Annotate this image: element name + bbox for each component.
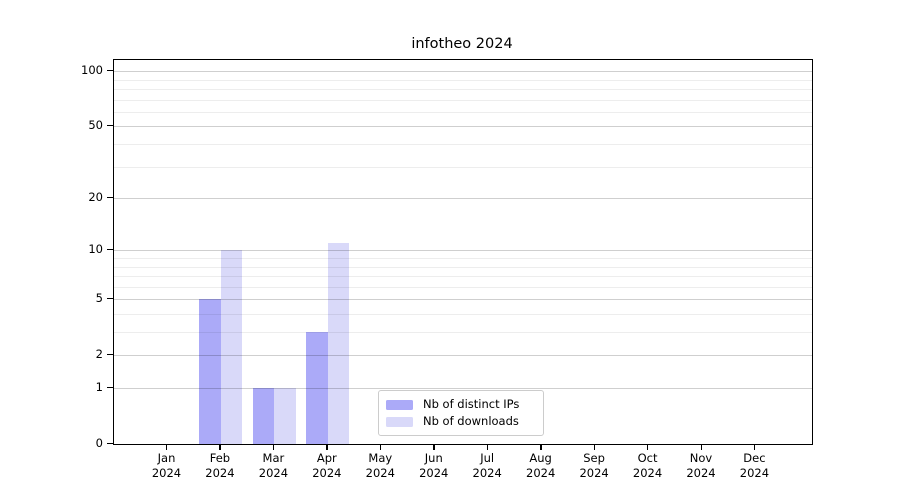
bar-feb-downloads xyxy=(220,250,243,444)
gridline-y-9 xyxy=(114,257,812,259)
bar-mar-downloads xyxy=(274,388,296,444)
figure: infotheo 2024 0 1 2 5 10 20 50 100 Jan 2024 Feb 202… xyxy=(0,0,900,500)
gridline-y-2 xyxy=(114,355,812,357)
plot-area xyxy=(113,59,813,445)
y-tick-mark-50 xyxy=(107,124,113,127)
legend-swatch-distinct-ips xyxy=(386,399,413,410)
x-tick-mark-jun xyxy=(433,444,435,450)
y-tick-label-2: 2 xyxy=(95,347,103,362)
y-tick-mark-20 xyxy=(107,196,113,198)
gridline-y-80 xyxy=(114,89,812,90)
y-tick-label-100: 100 xyxy=(81,63,103,78)
y-tick-mark-1 xyxy=(107,386,113,388)
y-tick-mark-5 xyxy=(107,297,113,300)
gridline-y-5 xyxy=(114,299,812,301)
x-tick-mark-jan xyxy=(166,444,168,450)
gridline-y-100 xyxy=(114,71,812,73)
y-tick-label-10: 10 xyxy=(88,242,103,257)
x-tick-mark-apr xyxy=(326,444,328,450)
x-tick-mark-aug xyxy=(540,444,542,450)
legend-entry-distinct-ips: Nb of distinct IPs xyxy=(386,396,535,413)
legend-swatch-downloads xyxy=(386,416,413,427)
gridline-y-70 xyxy=(114,99,812,101)
gridline-y-7 xyxy=(114,276,812,278)
y-tick-mark-2 xyxy=(107,353,113,356)
gridline-y-40 xyxy=(114,144,812,145)
gridline-y-30 xyxy=(114,166,812,168)
x-tick-label-dec: Dec 2024 xyxy=(739,451,770,480)
gridline-y-50 xyxy=(114,126,812,128)
gridline-y-3 xyxy=(114,332,812,333)
x-tick-mark-jul xyxy=(486,444,489,450)
bar-mar-ips xyxy=(252,388,275,444)
chart-title: infotheo 2024 xyxy=(411,36,513,52)
x-tick-mark-feb xyxy=(219,444,221,450)
legend-label-downloads: Nb of downloads xyxy=(423,414,519,428)
legend-entry-downloads: Nb of downloads xyxy=(386,413,535,430)
y-tick-label-50: 50 xyxy=(88,118,103,133)
gridline-y-20 xyxy=(114,198,812,200)
gridline-y-6 xyxy=(114,286,812,288)
gridline-y-8 xyxy=(114,266,812,268)
x-tick-mark-mar xyxy=(272,444,275,450)
x-tick-mark-nov xyxy=(700,444,702,450)
x-tick-mark-may xyxy=(379,444,382,450)
legend: Nb of distinct IPs Nb of downloads xyxy=(378,390,544,436)
y-tick-mark-10 xyxy=(107,248,113,251)
gridline-y-60 xyxy=(114,111,812,113)
legend-label-distinct-ips: Nb of distinct IPs xyxy=(423,397,520,411)
y-tick-mark-100 xyxy=(107,69,113,72)
bar-feb-ips xyxy=(199,299,221,444)
x-tick-mark-oct xyxy=(647,444,649,450)
y-tick-label-20: 20 xyxy=(88,190,103,205)
gridline-y-10 xyxy=(114,250,812,252)
x-tick-mark-dec xyxy=(753,444,756,450)
gridline-y-1 xyxy=(114,388,812,389)
y-tick-label-1: 1 xyxy=(95,380,103,394)
y-tick-mark-0 xyxy=(107,442,113,444)
y-tick-label-5: 5 xyxy=(95,291,103,306)
y-tick-label-0: 0 xyxy=(95,436,103,450)
gridline-y-4 xyxy=(114,313,812,315)
bar-apr-downloads xyxy=(327,243,350,444)
gridline-y-90 xyxy=(114,79,812,81)
x-tick-mark-sep xyxy=(593,444,595,450)
